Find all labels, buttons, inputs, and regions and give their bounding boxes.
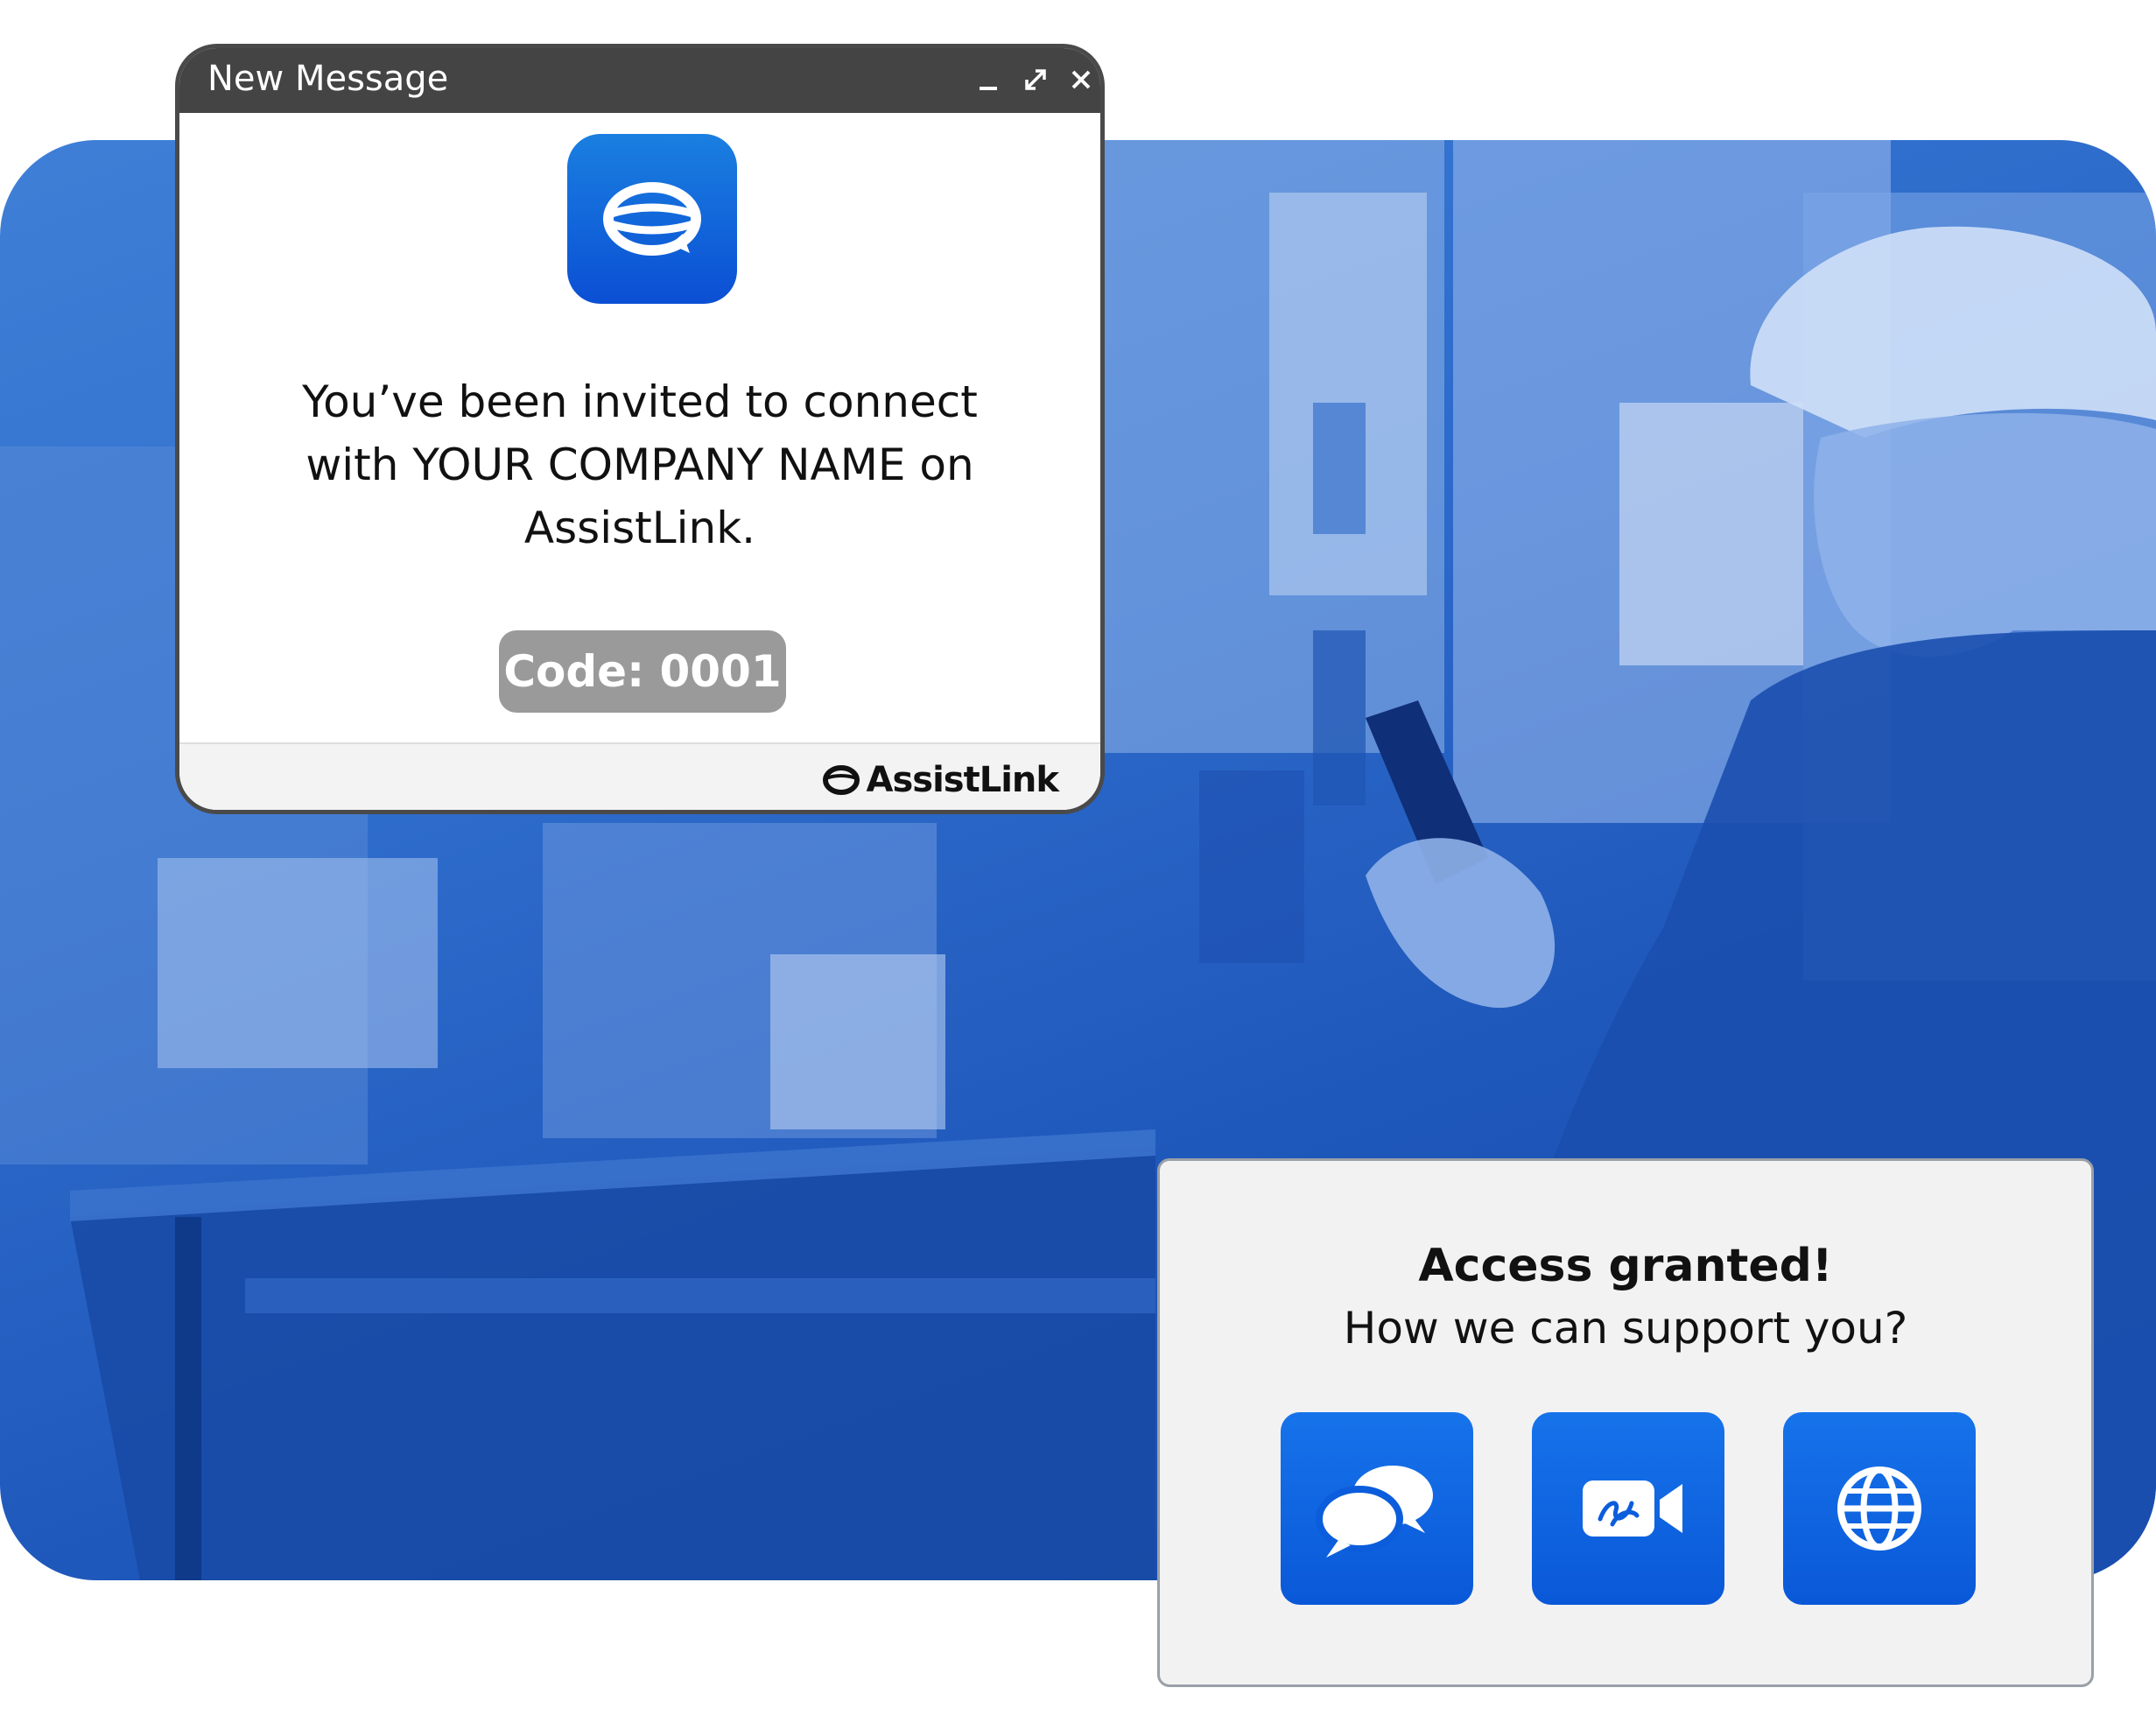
maximize-icon[interactable] (1016, 60, 1055, 99)
access-title: Access granted! (1418, 1240, 1833, 1292)
chat-bubbles-icon (1316, 1466, 1433, 1558)
assistlink-logo-icon (822, 765, 860, 795)
assistlink-logo: AssistLink (821, 758, 1059, 802)
assistlink-chat-bubble-icon (567, 134, 737, 304)
close-icon[interactable] (1062, 60, 1100, 99)
footer-brand-name: AssistLink (866, 760, 1059, 800)
chat-support-button[interactable] (1281, 1412, 1473, 1605)
video-support-button[interactable] (1532, 1412, 1724, 1605)
invite-line-3: AssistLink. (523, 503, 756, 553)
video-call-icon (1583, 1480, 1682, 1537)
globe-icon (1837, 1466, 1921, 1551)
web-support-button[interactable] (1783, 1412, 1976, 1605)
canvas: New Message You’ve been invited to conne… (0, 0, 2156, 1723)
window-footer: AssistLink (179, 742, 1100, 810)
access-granted-panel: Access granted! How we can support you? (1157, 1158, 2094, 1687)
invite-line-2: with YOUR COMPANY NAME on (305, 440, 974, 490)
new-message-window: New Message You’ve been invited to conne… (175, 44, 1105, 814)
window-titlebar[interactable]: New Message (179, 48, 1100, 113)
invite-code-badge: Code: 0001 (499, 630, 786, 713)
minimize-icon[interactable] (971, 60, 1009, 99)
invite-message: You’ve been invited to connect with YOUR… (232, 370, 1048, 559)
access-subtitle: How we can support you? (1343, 1303, 1908, 1354)
window-title: New Message (207, 59, 449, 99)
invite-line-1: You’ve been invited to connect (302, 376, 978, 427)
